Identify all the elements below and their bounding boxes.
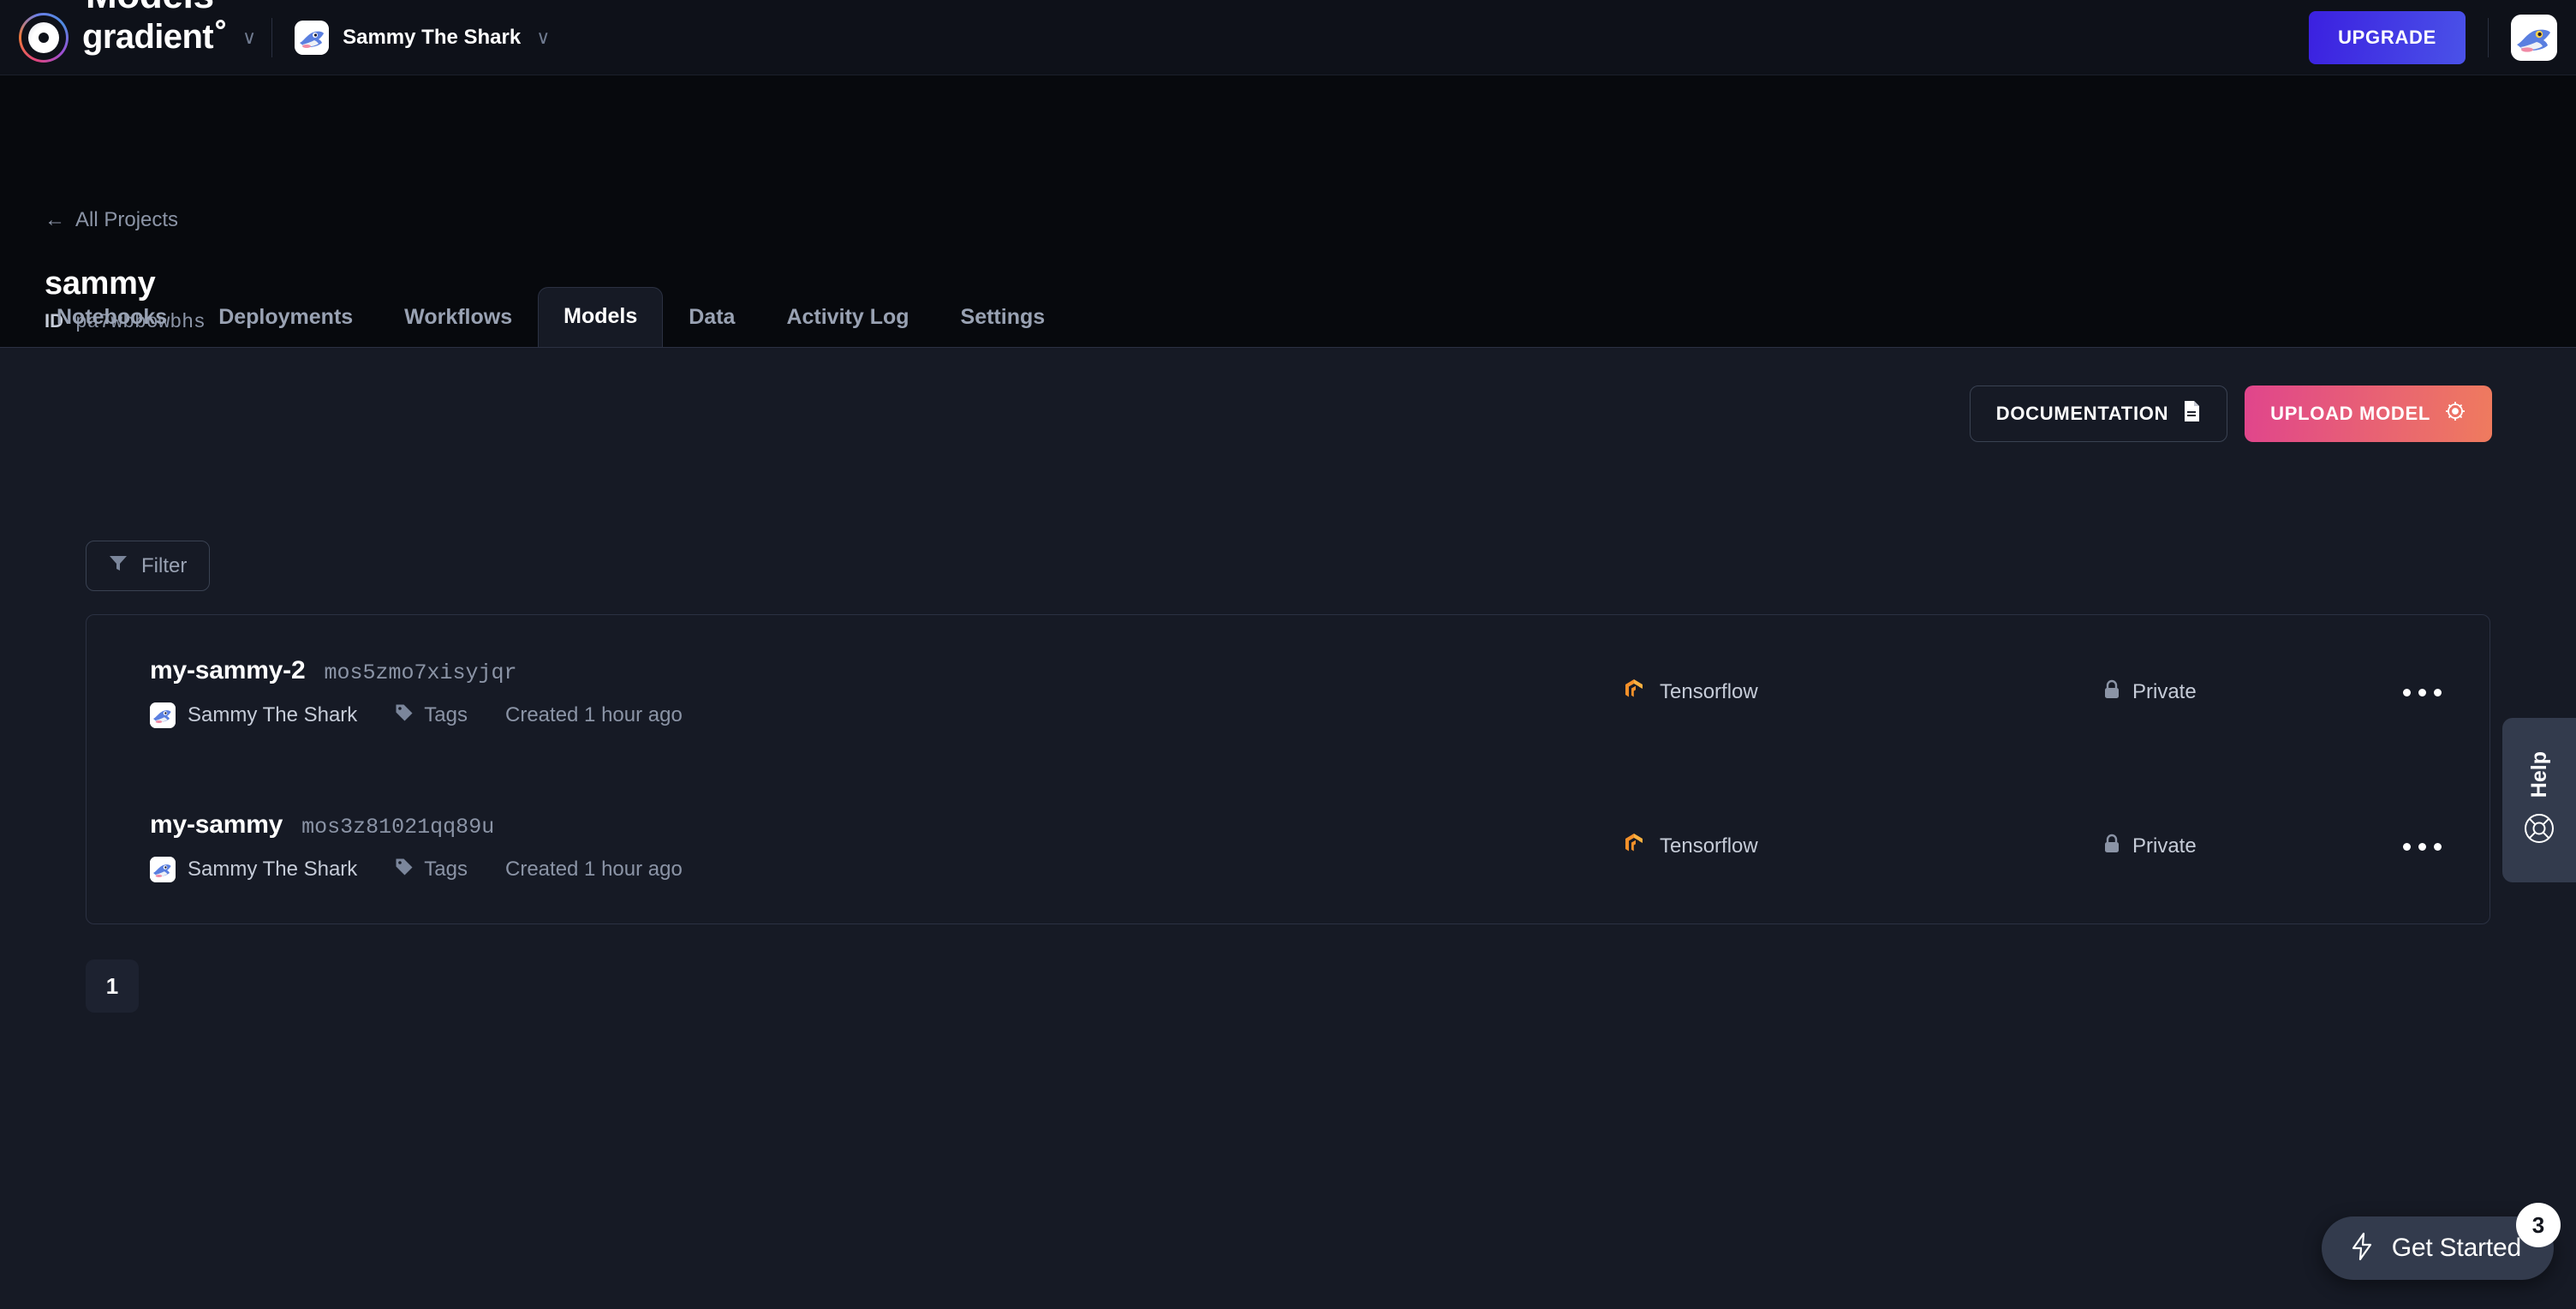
tag-icon xyxy=(395,703,414,728)
breadcrumb-all-projects[interactable]: ← All Projects xyxy=(45,208,178,232)
document-icon xyxy=(2182,400,2201,427)
table-row[interactable]: my-sammy-2 mos5zmo7xisyjqr Sammy The Sha… xyxy=(86,615,2490,769)
lock-icon xyxy=(2103,679,2120,706)
gradient-logo-icon xyxy=(19,12,69,63)
documentation-button[interactable]: DOCUMENTATION xyxy=(1969,386,2228,442)
framework-label: Tensorflow xyxy=(1660,834,1758,858)
visibility-label: Private xyxy=(2132,834,2197,858)
model-more-options-button[interactable] xyxy=(2403,842,2442,851)
tag-icon xyxy=(395,858,414,882)
degree-dot-icon xyxy=(216,20,225,29)
model-meta: Sammy The Shark Tags Created 1 hour ago xyxy=(150,857,1457,882)
get-started-label: Get Started xyxy=(2391,1234,2521,1262)
model-owner: Sammy The Shark xyxy=(150,702,357,728)
tab-notebooks[interactable]: Notebooks xyxy=(31,288,193,347)
tensorflow-icon xyxy=(1624,833,1644,861)
model-visibility: Private xyxy=(2103,679,2197,706)
model-framework: Tensorflow xyxy=(1624,833,1758,861)
team-chevron-down-icon[interactable]: ∨ xyxy=(521,27,565,47)
models-header-actions: DOCUMENTATION UPLOAD MODEL xyxy=(1969,386,2492,442)
tab-data[interactable]: Data xyxy=(663,288,760,347)
model-created: Created 1 hour ago xyxy=(505,703,683,726)
project-header: ← All Projects sammy ID pa7wbbowbhs Note… xyxy=(0,75,2576,347)
tab-activity-log[interactable]: Activity Log xyxy=(760,288,934,347)
brand-area[interactable]: gradient xyxy=(0,12,227,63)
upgrade-button[interactable]: UPGRADE xyxy=(2309,10,2466,64)
lightning-bolt-icon xyxy=(2349,1232,2375,1265)
model-owner: Sammy The Shark xyxy=(150,857,357,882)
filter-label: Filter xyxy=(141,553,188,577)
main-content: Models DOCUMENTATION UPLOAD MODEL Filter xyxy=(0,0,2576,1309)
model-meta: Sammy The Shark Tags Created 1 hour ago xyxy=(150,702,1457,728)
user-avatar[interactable] xyxy=(2511,14,2557,61)
models-page-title: Models xyxy=(86,0,214,17)
nav-right-divider xyxy=(2488,17,2489,57)
model-more-options-button[interactable] xyxy=(2403,688,2442,696)
tab-settings[interactable]: Settings xyxy=(935,288,1071,347)
tags-label: Tags xyxy=(424,858,468,881)
model-id: mos5zmo7xisyjqr xyxy=(324,660,517,685)
owner-name: Sammy The Shark xyxy=(188,703,358,726)
owner-avatar-icon xyxy=(150,857,176,882)
model-framework: Tensorflow xyxy=(1624,678,1758,707)
model-created: Created 1 hour ago xyxy=(505,858,683,881)
filter-funnel-icon xyxy=(109,553,128,578)
help-label: Help xyxy=(2526,751,2551,798)
team-switcher[interactable]: Sammy The Shark xyxy=(295,20,522,55)
upload-model-button[interactable]: UPLOAD MODEL xyxy=(2245,386,2492,442)
team-avatar xyxy=(295,20,330,55)
tags-label: Tags xyxy=(424,703,468,726)
model-title: my-sammy-2 mos5zmo7xisyjqr xyxy=(150,656,1457,685)
model-name: my-sammy-2 xyxy=(150,656,306,684)
pagination: 1 xyxy=(86,959,139,1013)
filter-button[interactable]: Filter xyxy=(86,541,211,591)
back-arrow-icon: ← xyxy=(45,208,65,231)
model-name: my-sammy xyxy=(150,810,283,839)
brand-wordmark: gradient xyxy=(82,18,227,57)
model-title: my-sammy mos3z81021qq89u xyxy=(150,810,1457,840)
get-started-button[interactable]: Get Started 3 xyxy=(2321,1203,2561,1280)
tensorflow-icon xyxy=(1624,678,1644,707)
tab-models[interactable]: Models xyxy=(538,287,664,347)
upload-model-label: UPLOAD MODEL xyxy=(2270,403,2430,424)
model-visibility: Private xyxy=(2103,834,2197,860)
brand-name: gradient xyxy=(82,18,214,56)
model-tags[interactable]: Tags xyxy=(395,858,468,882)
model-info: my-sammy-2 mos5zmo7xisyjqr Sammy The Sha… xyxy=(121,656,1457,728)
nav-divider xyxy=(271,17,273,57)
owner-avatar-icon xyxy=(150,702,176,728)
project-tabs: Notebooks Deployments Workflows Models Data A… xyxy=(31,287,1070,347)
nav-right-group: UPGRADE xyxy=(2309,10,2576,64)
model-tags[interactable]: Tags xyxy=(395,703,468,728)
page-button[interactable]: 1 xyxy=(86,959,139,1013)
lifebuoy-icon xyxy=(2523,812,2555,849)
lock-icon xyxy=(2103,834,2120,860)
breadcrumb-label: All Projects xyxy=(75,208,179,231)
upload-gear-icon xyxy=(2444,400,2466,427)
model-info: my-sammy mos3z81021qq89u Sammy The Shark… xyxy=(121,810,1457,882)
get-started-badge: 3 xyxy=(2516,1203,2561,1247)
brand-chevron-down-icon[interactable]: ∨ xyxy=(227,27,271,47)
model-id: mos3z81021qq89u xyxy=(301,815,495,840)
tab-workflows[interactable]: Workflows xyxy=(379,288,538,347)
documentation-label: DOCUMENTATION xyxy=(1995,403,2169,424)
team-name: Sammy The Shark xyxy=(343,25,522,49)
top-navigation-bar: gradient ∨ Sammy The Shark ∨ UPGRADE xyxy=(0,0,2576,75)
tab-deployments[interactable]: Deployments xyxy=(193,288,379,347)
help-tab[interactable]: Help xyxy=(2502,718,2576,882)
framework-label: Tensorflow xyxy=(1660,680,1758,703)
visibility-label: Private xyxy=(2132,680,2197,703)
owner-name: Sammy The Shark xyxy=(188,858,358,881)
models-list-card: my-sammy-2 mos5zmo7xisyjqr Sammy The Sha… xyxy=(86,614,2490,924)
table-row[interactable]: my-sammy mos3z81021qq89u Sammy The Shark… xyxy=(86,769,2490,923)
